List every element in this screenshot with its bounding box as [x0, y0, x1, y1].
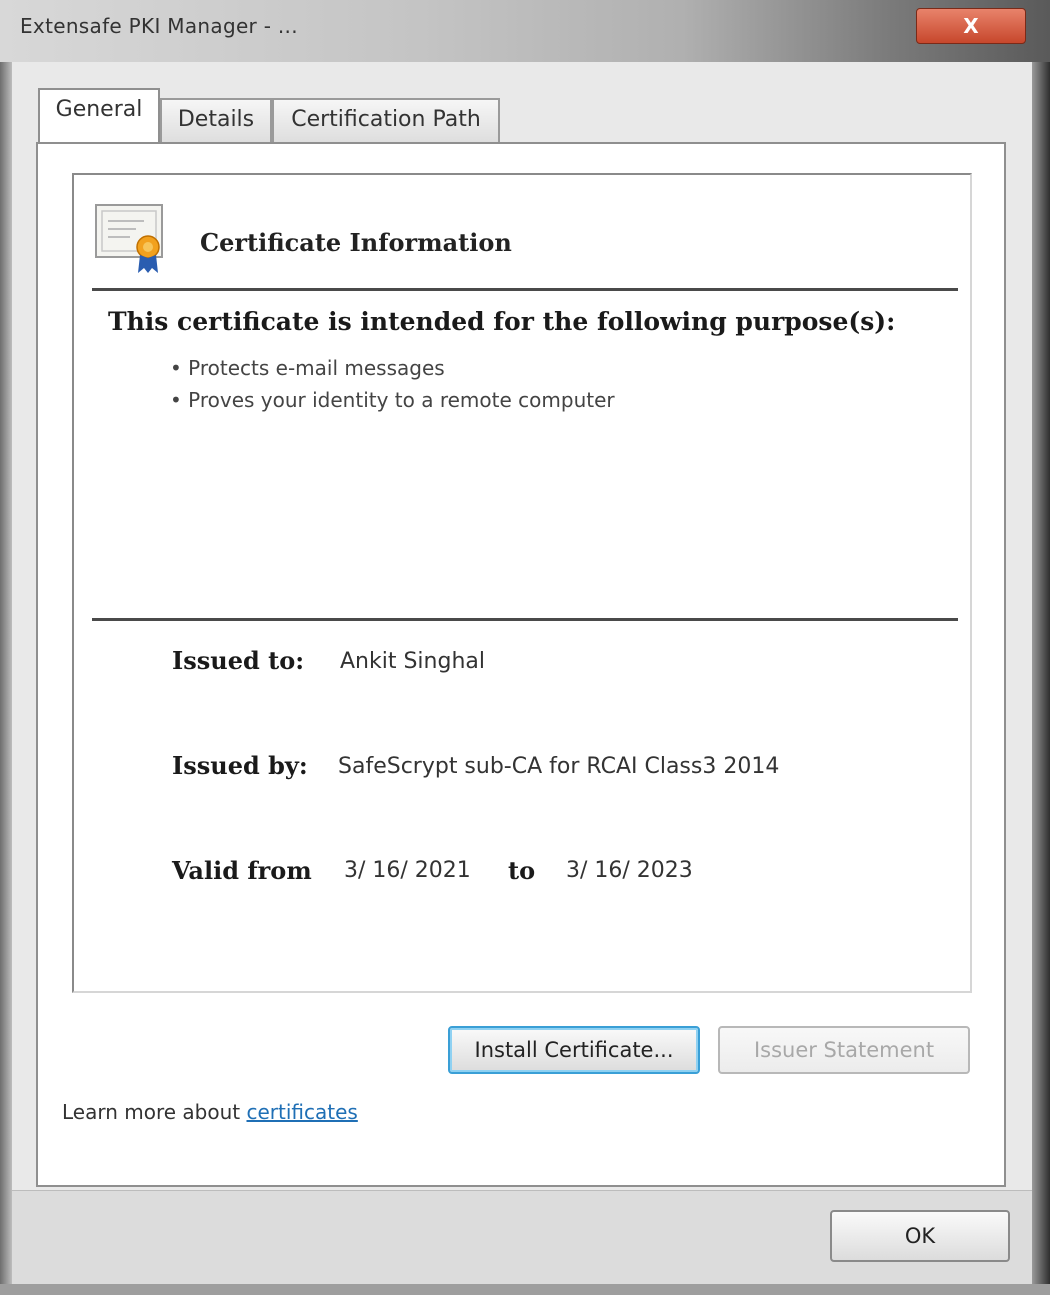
- ok-button[interactable]: OK: [830, 1210, 1010, 1262]
- divider-top: [92, 288, 958, 291]
- purpose-heading: This certificate is intended for the fol…: [108, 307, 896, 336]
- purpose-item: • Protects e-mail messages: [170, 356, 445, 380]
- tab-general[interactable]: General: [38, 88, 160, 142]
- purpose-item: • Proves your identity to a remote compu…: [170, 388, 615, 412]
- certificate-dialog: Extensafe PKI Manager - ... X General De…: [0, 0, 1050, 1295]
- valid-from-value: 3/ 16/ 2021: [344, 858, 471, 883]
- issuer-statement-button[interactable]: Issuer Statement: [718, 1026, 970, 1074]
- window-left-border: [0, 62, 12, 1295]
- tab-general-label: General: [55, 97, 143, 122]
- divider-middle: [92, 618, 958, 621]
- close-button[interactable]: X: [916, 8, 1026, 44]
- window-right-border: [1032, 62, 1050, 1295]
- issued-to-label: Issued to:: [172, 646, 305, 675]
- tab-details-label: Details: [177, 107, 255, 132]
- tab-certification-path[interactable]: Certification Path: [272, 98, 500, 142]
- issued-by-value: SafeScrypt sub-CA for RCAI Class3 2014: [338, 754, 780, 779]
- valid-to-label: to: [508, 856, 536, 885]
- install-certificate-button[interactable]: Install Certificate...: [448, 1026, 700, 1074]
- certificate-icon: [94, 203, 172, 275]
- window-title: Extensafe PKI Manager - ...: [20, 14, 298, 38]
- valid-to-value: 3/ 16/ 2023: [566, 858, 693, 883]
- learn-more-text: Learn more about certificates: [62, 1100, 358, 1124]
- title-bar[interactable]: Extensafe PKI Manager - ... X: [0, 0, 1050, 62]
- tab-certification-path-label: Certification Path: [291, 107, 481, 132]
- certificate-info-title: Certificate Information: [200, 228, 512, 257]
- issued-to-value: Ankit Singhal: [340, 649, 485, 674]
- issued-by-label: Issued by:: [172, 751, 308, 780]
- valid-from-label: Valid from: [172, 856, 312, 885]
- certificates-link[interactable]: certificates: [246, 1100, 357, 1124]
- close-icon: X: [963, 14, 979, 38]
- learn-more-prefix: Learn more about: [62, 1100, 247, 1124]
- window-bottom-border: [0, 1284, 1050, 1295]
- tab-details[interactable]: Details: [160, 98, 272, 142]
